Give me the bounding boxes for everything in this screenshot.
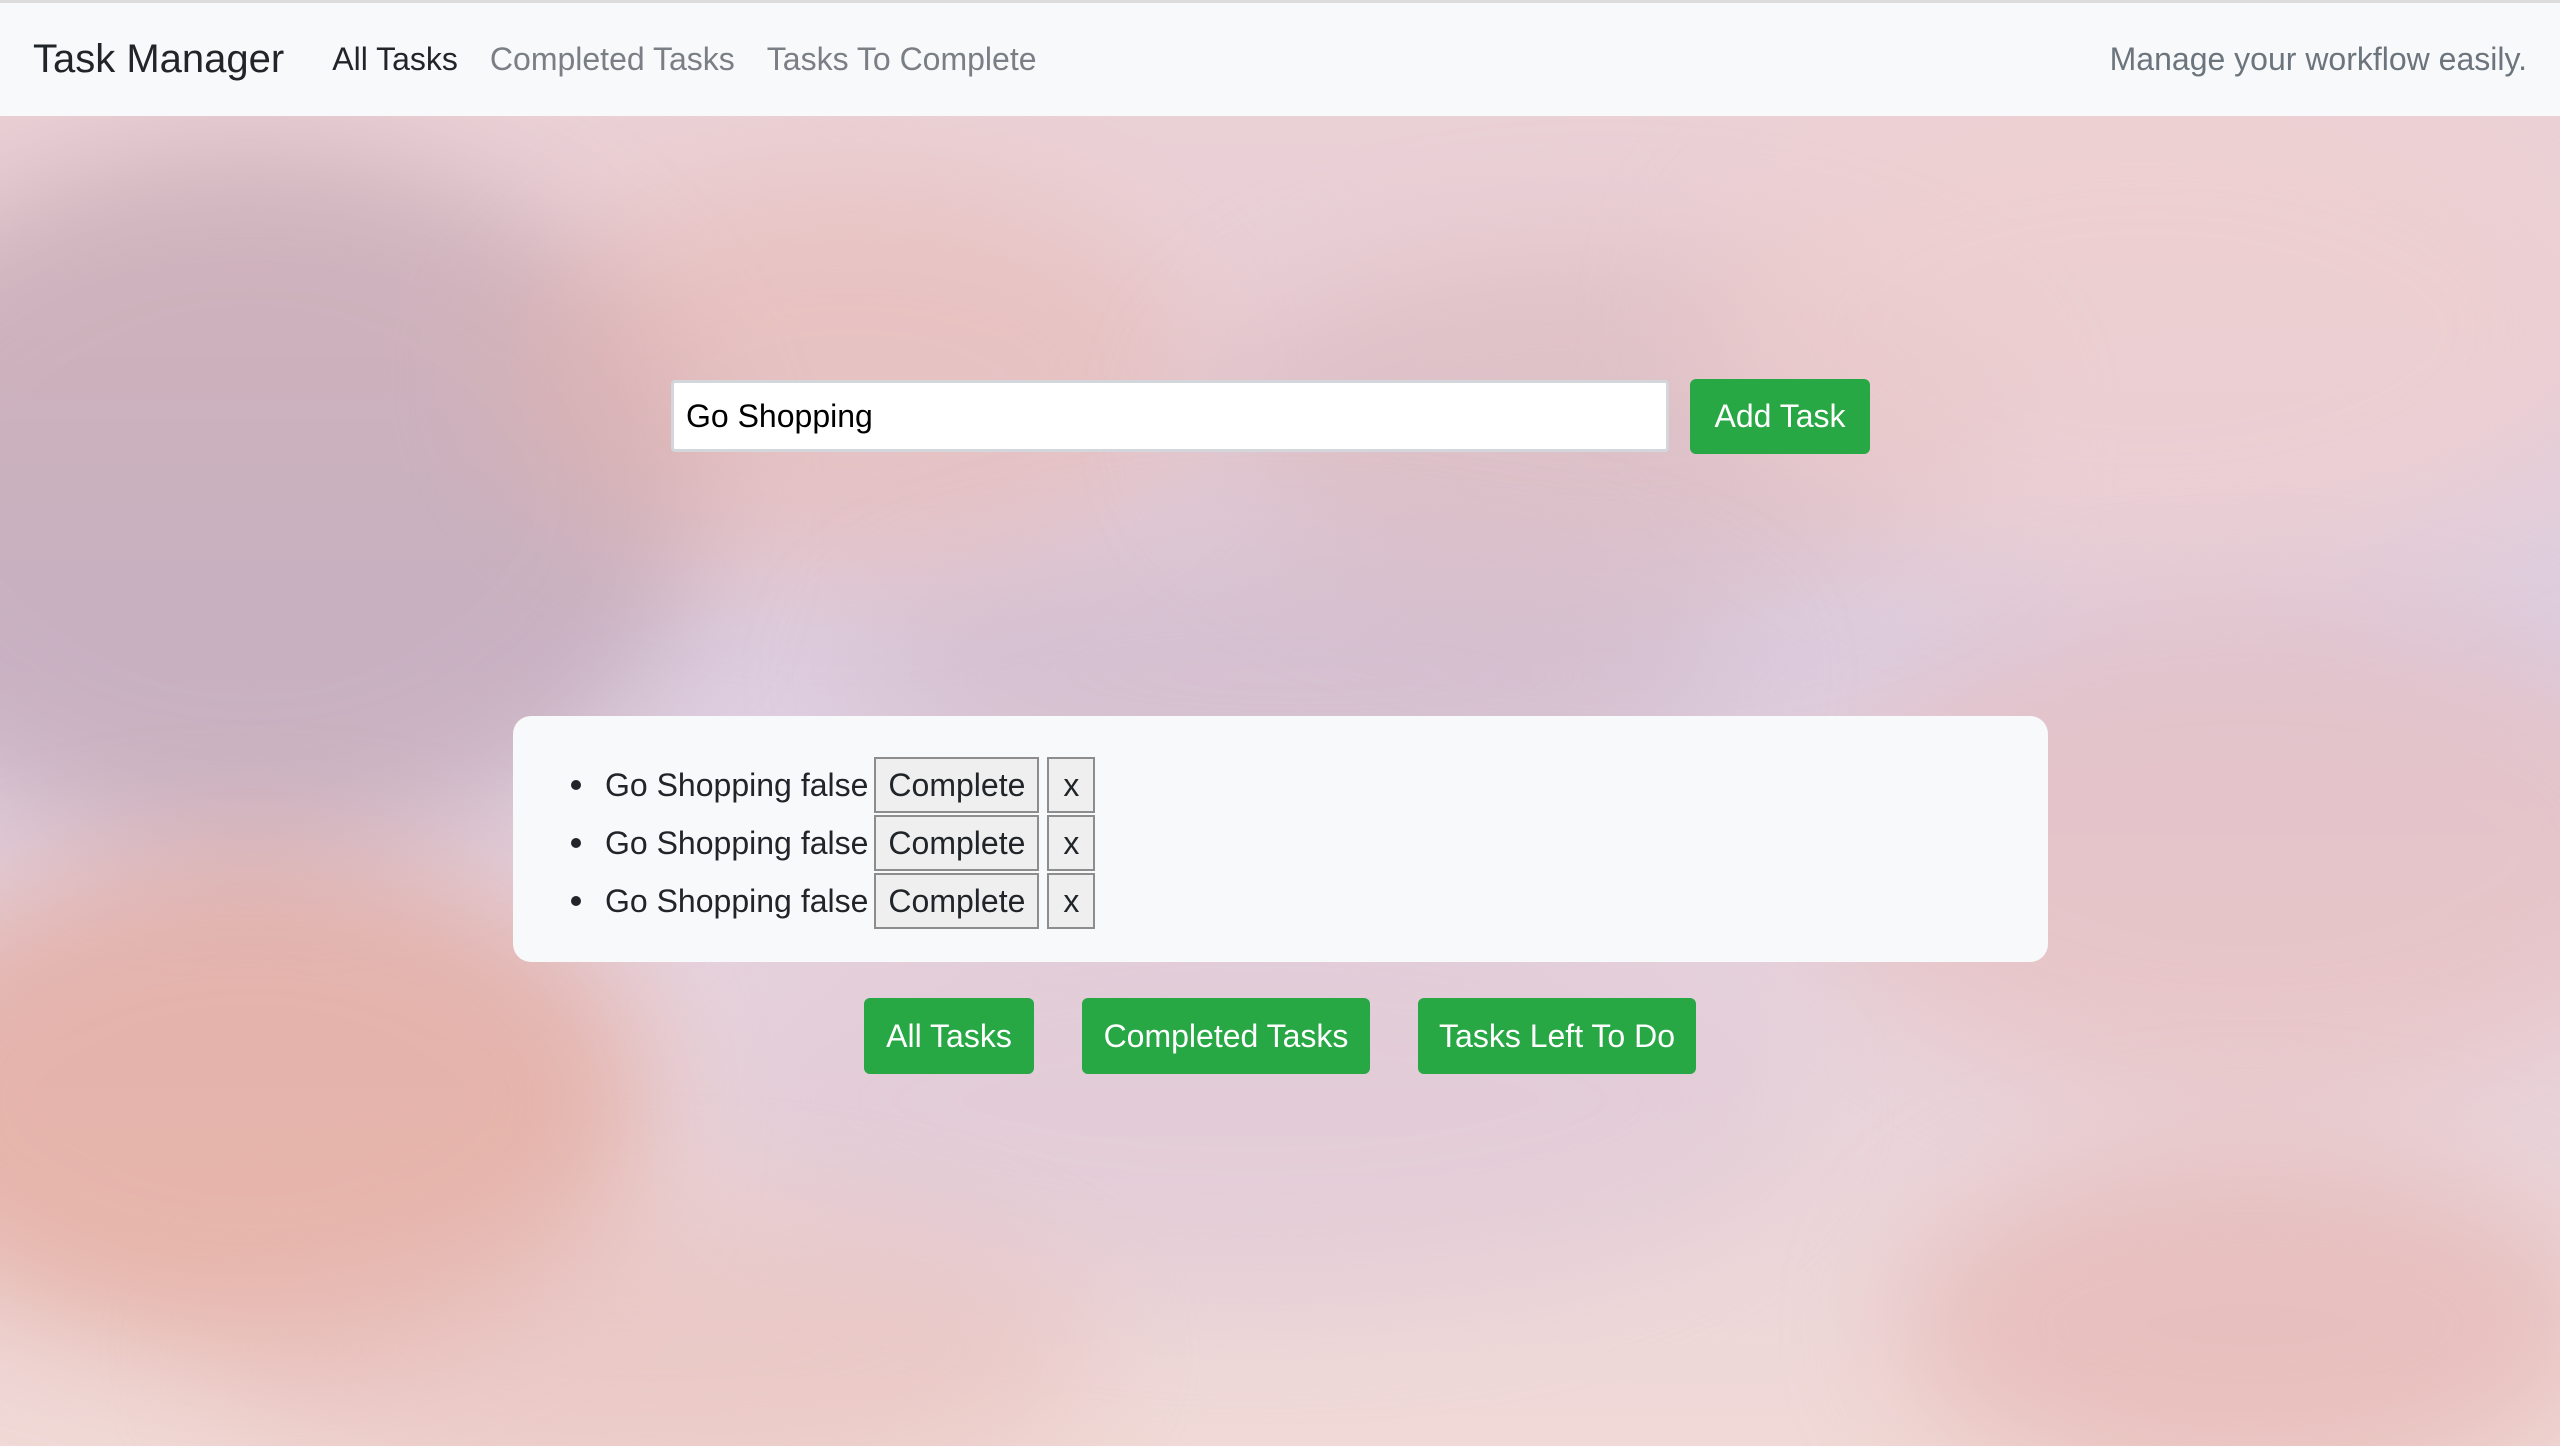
bullet-icon [571, 780, 581, 790]
delete-button[interactable]: x [1047, 873, 1096, 929]
bullet-icon [571, 896, 581, 906]
task-status: false [800, 882, 869, 919]
delete-button[interactable]: x [1047, 757, 1096, 813]
complete-button[interactable]: Complete [874, 757, 1040, 813]
task-text: Go Shopping [605, 882, 792, 919]
task-list-panel: Go Shopping false Complete x Go Shopping… [513, 716, 2048, 962]
nav-link-completed-tasks[interactable]: Completed Tasks [490, 41, 735, 78]
task-list: Go Shopping false Complete x Go Shopping… [553, 756, 2048, 930]
add-task-button[interactable]: Add Task [1690, 379, 1870, 454]
filter-tasks-left-button[interactable]: Tasks Left To Do [1418, 998, 1696, 1074]
navbar-tagline: Manage your workflow easily. [2109, 41, 2527, 77]
nav-link-tasks-to-complete[interactable]: Tasks To Complete [767, 41, 1037, 78]
brand-title[interactable]: Task Manager [33, 37, 284, 82]
task-item: Go Shopping false Complete x [553, 756, 2048, 814]
task-status: false [800, 824, 869, 861]
navbar: Task Manager All Tasks Completed Tasks T… [0, 0, 2560, 116]
task-text: Go Shopping [605, 824, 792, 861]
nav-link-all-tasks[interactable]: All Tasks [332, 41, 458, 78]
task-status: false [800, 766, 869, 803]
task-item: Go Shopping false Complete x [553, 872, 2048, 930]
filter-all-tasks-button[interactable]: All Tasks [864, 998, 1034, 1074]
task-text: Go Shopping [605, 766, 792, 803]
bullet-icon [571, 838, 581, 848]
task-input[interactable] [671, 380, 1669, 452]
task-item: Go Shopping false Complete x [553, 814, 2048, 872]
complete-button[interactable]: Complete [874, 815, 1040, 871]
filter-completed-tasks-button[interactable]: Completed Tasks [1082, 998, 1370, 1074]
complete-button[interactable]: Complete [874, 873, 1040, 929]
delete-button[interactable]: x [1047, 815, 1096, 871]
